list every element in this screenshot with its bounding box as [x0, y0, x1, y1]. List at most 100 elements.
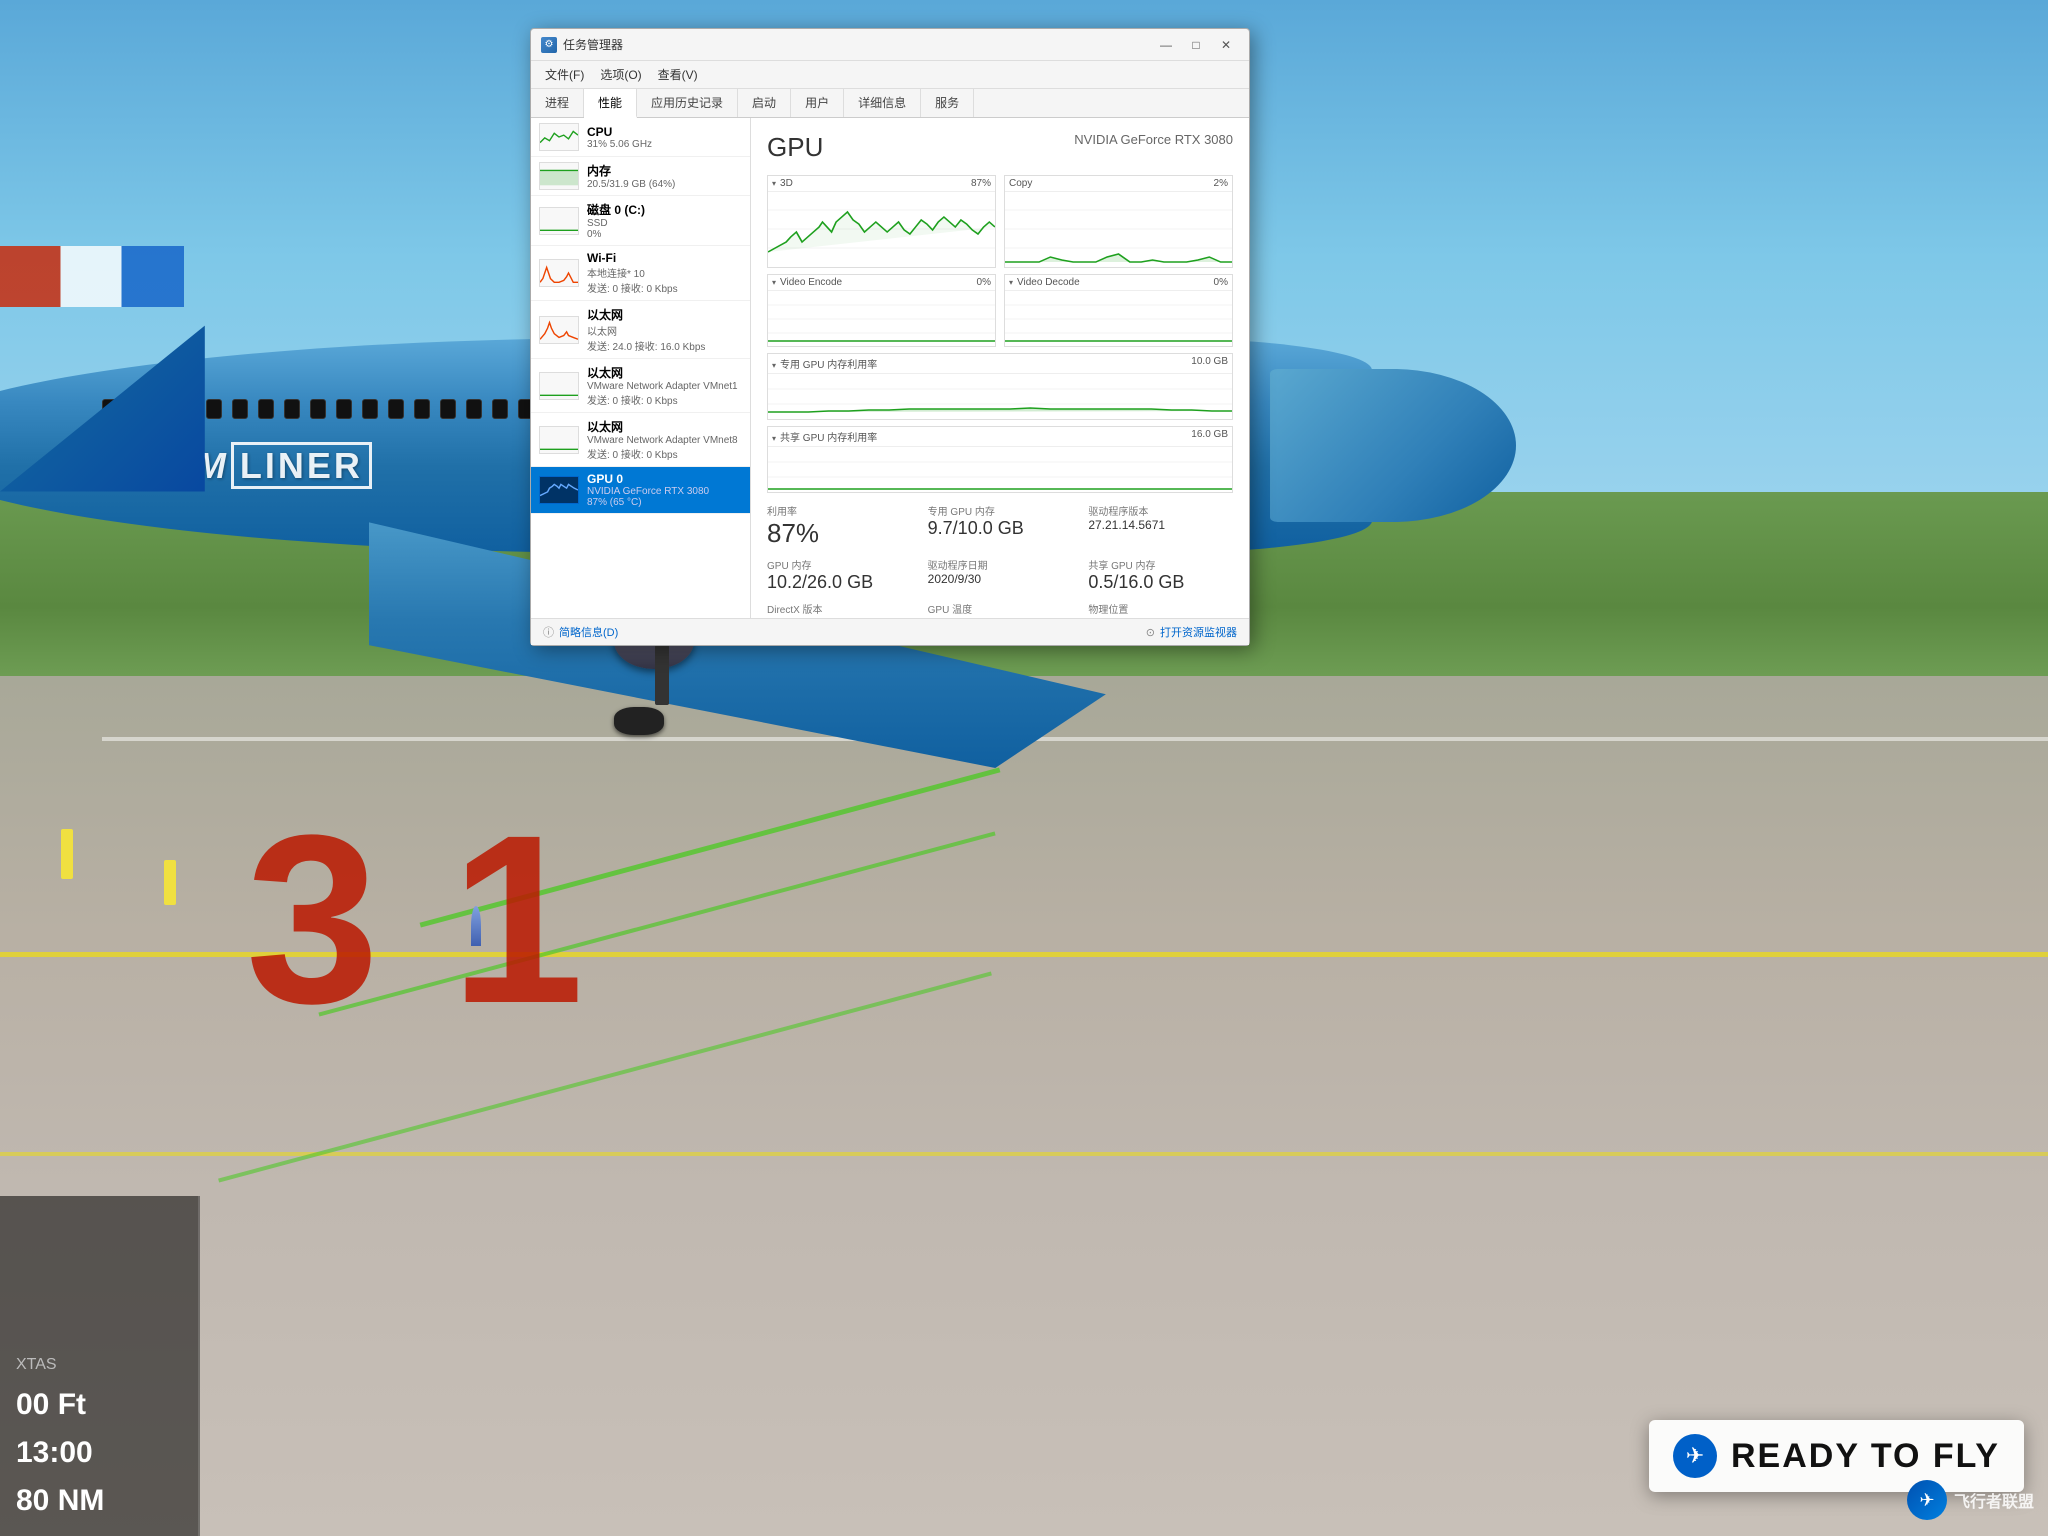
disk-subtitle: SSD: [587, 218, 742, 229]
runway-center-line: [102, 737, 2048, 741]
encode-percent: 0%: [977, 277, 991, 288]
resource-monitor-link[interactable]: 打开资源监视器: [1160, 624, 1237, 640]
brief-info-link[interactable]: 简略信息(D): [559, 624, 618, 640]
bottom-link-brief: ⓘ 简略信息(D): [543, 624, 618, 640]
task-manager-content: CPU 31% 5.06 GHz 内存 20.5/31.9 GB (64%): [531, 118, 1249, 618]
eth1-info: 以太网 以太网 发送: 24.0 接收: 16.0 Kbps: [587, 306, 742, 353]
tab-app-history[interactable]: 应用历史记录: [637, 89, 738, 117]
watermark-area: ✈ 飞行者联盟: [1907, 1480, 2034, 1520]
stat-gpu-temp: GPU 温度 65 °C: [928, 601, 1073, 618]
gpu-3d-graph-container: ▾3D 87%: [767, 175, 996, 268]
process-item-disk[interactable]: 磁盘 0 (C:) SSD 0%: [531, 196, 750, 246]
gpu-temp-label: GPU 温度: [928, 601, 1073, 616]
tab-performance[interactable]: 性能: [584, 89, 637, 118]
utilization-label: 利用率: [767, 503, 912, 518]
disk-info: 磁盘 0 (C:) SSD 0%: [587, 201, 742, 240]
copy-label: Copy: [1009, 178, 1032, 189]
tab-services[interactable]: 服务: [921, 89, 974, 117]
stat-driver-date: 驱动程序日期 2020/9/30: [928, 557, 1073, 593]
menu-options[interactable]: 选项(O): [592, 63, 649, 86]
gpu-section-title: GPU: [767, 132, 823, 163]
runway-letter-3: 3: [246, 799, 379, 1039]
process-item-eth3[interactable]: 以太网 VMware Network Adapter VMnet8 发送: 0 …: [531, 413, 750, 467]
3d-label: ▾3D: [772, 178, 793, 189]
tab-details[interactable]: 详细信息: [844, 89, 921, 117]
dedicated-max: 10.0 GB: [1191, 356, 1228, 371]
gpu-detail-panel: GPU NVIDIA GeForce RTX 3080 ▾3D 87%: [751, 118, 1249, 618]
gpu-item-title: GPU 0: [587, 472, 742, 486]
driver-date-label: 驱动程序日期: [928, 557, 1073, 572]
eth3-subtitle: VMware Network Adapter VMnet8: [587, 435, 742, 446]
eth2-subtitle: VMware Network Adapter VMnet1: [587, 381, 742, 392]
task-manager-icon: ⚙: [541, 37, 557, 53]
eth1-subtitle2: 发送: 24.0 接收: 16.0 Kbps: [587, 338, 742, 353]
gpu-copy-graph-container: Copy 2%: [1004, 175, 1233, 268]
copy-percent: 2%: [1214, 178, 1228, 189]
driver-version-label: 驱动程序版本: [1088, 503, 1233, 518]
shared-memory-graph: [768, 447, 1232, 492]
process-item-gpu[interactable]: GPU 0 NVIDIA GeForce RTX 3080 87% (65 °C…: [531, 467, 750, 514]
window-controls: — □ ✕: [1153, 36, 1239, 54]
shared-label: ▾共享 GPU 内存利用率: [772, 429, 877, 444]
gpu-model-name: NVIDIA GeForce RTX 3080: [1074, 132, 1233, 147]
driver-date-value: 2020/9/30: [928, 572, 1073, 586]
process-item-cpu[interactable]: CPU 31% 5.06 GHz: [531, 118, 750, 157]
eth2-mini-chart: [539, 372, 579, 400]
video-encode-decode-row: ▾Video Encode 0% ▾V: [767, 274, 1233, 347]
gpu-mini-chart: [539, 476, 579, 504]
gpu-3d-graph: [768, 192, 995, 267]
shared-memory-container: ▾共享 GPU 内存利用率 16.0 GB: [767, 426, 1233, 493]
process-item-memory[interactable]: 内存 20.5/31.9 GB (64%): [531, 157, 750, 196]
eth1-subtitle: 以太网: [587, 323, 742, 338]
disk-subtitle2: 0%: [587, 229, 742, 240]
tab-startup[interactable]: 启动: [738, 89, 791, 117]
titlebar-left: ⚙ 任务管理器: [541, 36, 623, 53]
stat-utilization: 利用率 87%: [767, 503, 912, 549]
menu-file[interactable]: 文件(F): [537, 63, 592, 86]
maximize-button[interactable]: □: [1183, 36, 1209, 54]
gpu-copy-graph: [1005, 192, 1232, 267]
stat-shared-memory: 共享 GPU 内存 0.5/16.0 GB: [1088, 557, 1233, 593]
utilization-value: 87%: [767, 518, 912, 549]
tab-processes[interactable]: 进程: [531, 89, 584, 117]
minimize-button[interactable]: —: [1153, 36, 1179, 54]
memory-title: 内存: [587, 162, 742, 179]
tab-users[interactable]: 用户: [791, 89, 844, 117]
gpu-temp-value: 65 °C: [928, 616, 1073, 618]
stat-directx: DirectX 版本 12 (FL 12.1): [767, 601, 912, 618]
eth1-title: 以太网: [587, 306, 742, 323]
tab-bar: 进程 性能 应用历史记录 启动 用户 详细信息 服务: [531, 89, 1249, 118]
shared-memory-stat-label: 共享 GPU 内存: [1088, 557, 1233, 572]
hud-distance: 80 NM: [16, 1484, 182, 1518]
bottom-link-resource: ⊙ 打开资源监视器: [1146, 624, 1237, 640]
disk-title: 磁盘 0 (C:): [587, 201, 742, 218]
task-manager-titlebar: ⚙ 任务管理器 — □ ✕: [531, 29, 1249, 61]
eth2-info: 以太网 VMware Network Adapter VMnet1 发送: 0 …: [587, 364, 742, 407]
video-encode-header: ▾Video Encode 0%: [768, 275, 995, 291]
process-item-eth1[interactable]: 以太网 以太网 发送: 24.0 接收: 16.0 Kbps: [531, 301, 750, 359]
encode-label: ▾Video Encode: [772, 277, 842, 288]
dedicated-memory-stat-label: 专用 GPU 内存: [928, 503, 1073, 518]
dedicated-memory-stat-value: 9.7/10.0 GB: [928, 518, 1073, 539]
location-label: 物理位置: [1088, 601, 1233, 616]
gpu-3d-header: ▾3D 87%: [768, 176, 995, 192]
cpu-subtitle: 31% 5.06 GHz: [587, 139, 742, 150]
location-value: PCI 总线 1，设备 0，功能 0: [1088, 616, 1233, 618]
gpu-3d-row: ▾3D 87% Copy: [767, 175, 1233, 268]
gpu-item-subtitle2: 87% (65 °C): [587, 497, 742, 508]
process-item-wifi[interactable]: Wi-Fi 本地连接* 10 发送: 0 接收: 0 Kbps: [531, 246, 750, 301]
rtf-label: READY TO FLY: [1731, 1437, 2000, 1476]
process-item-eth2[interactable]: 以太网 VMware Network Adapter VMnet1 发送: 0 …: [531, 359, 750, 413]
watermark-text: 飞行者联盟: [1954, 1488, 2034, 1512]
gpu-header: GPU NVIDIA GeForce RTX 3080: [767, 132, 1233, 163]
close-button[interactable]: ✕: [1213, 36, 1239, 54]
eth3-title: 以太网: [587, 418, 742, 435]
menu-view[interactable]: 查看(V): [650, 63, 706, 86]
cpu-mini-chart: [539, 123, 579, 151]
aircraft-nose: [1270, 369, 1516, 523]
stat-gpu-memory: GPU 内存 10.2/26.0 GB: [767, 557, 912, 593]
blue-cone: [471, 906, 481, 946]
task-manager-window: ⚙ 任务管理器 — □ ✕ 文件(F) 选项(O) 查看(V) 进程 性能 应用…: [530, 28, 1250, 646]
hud-altitude: 00 Ft: [16, 1388, 182, 1422]
video-decode-header: ▾Video Decode 0%: [1005, 275, 1232, 291]
